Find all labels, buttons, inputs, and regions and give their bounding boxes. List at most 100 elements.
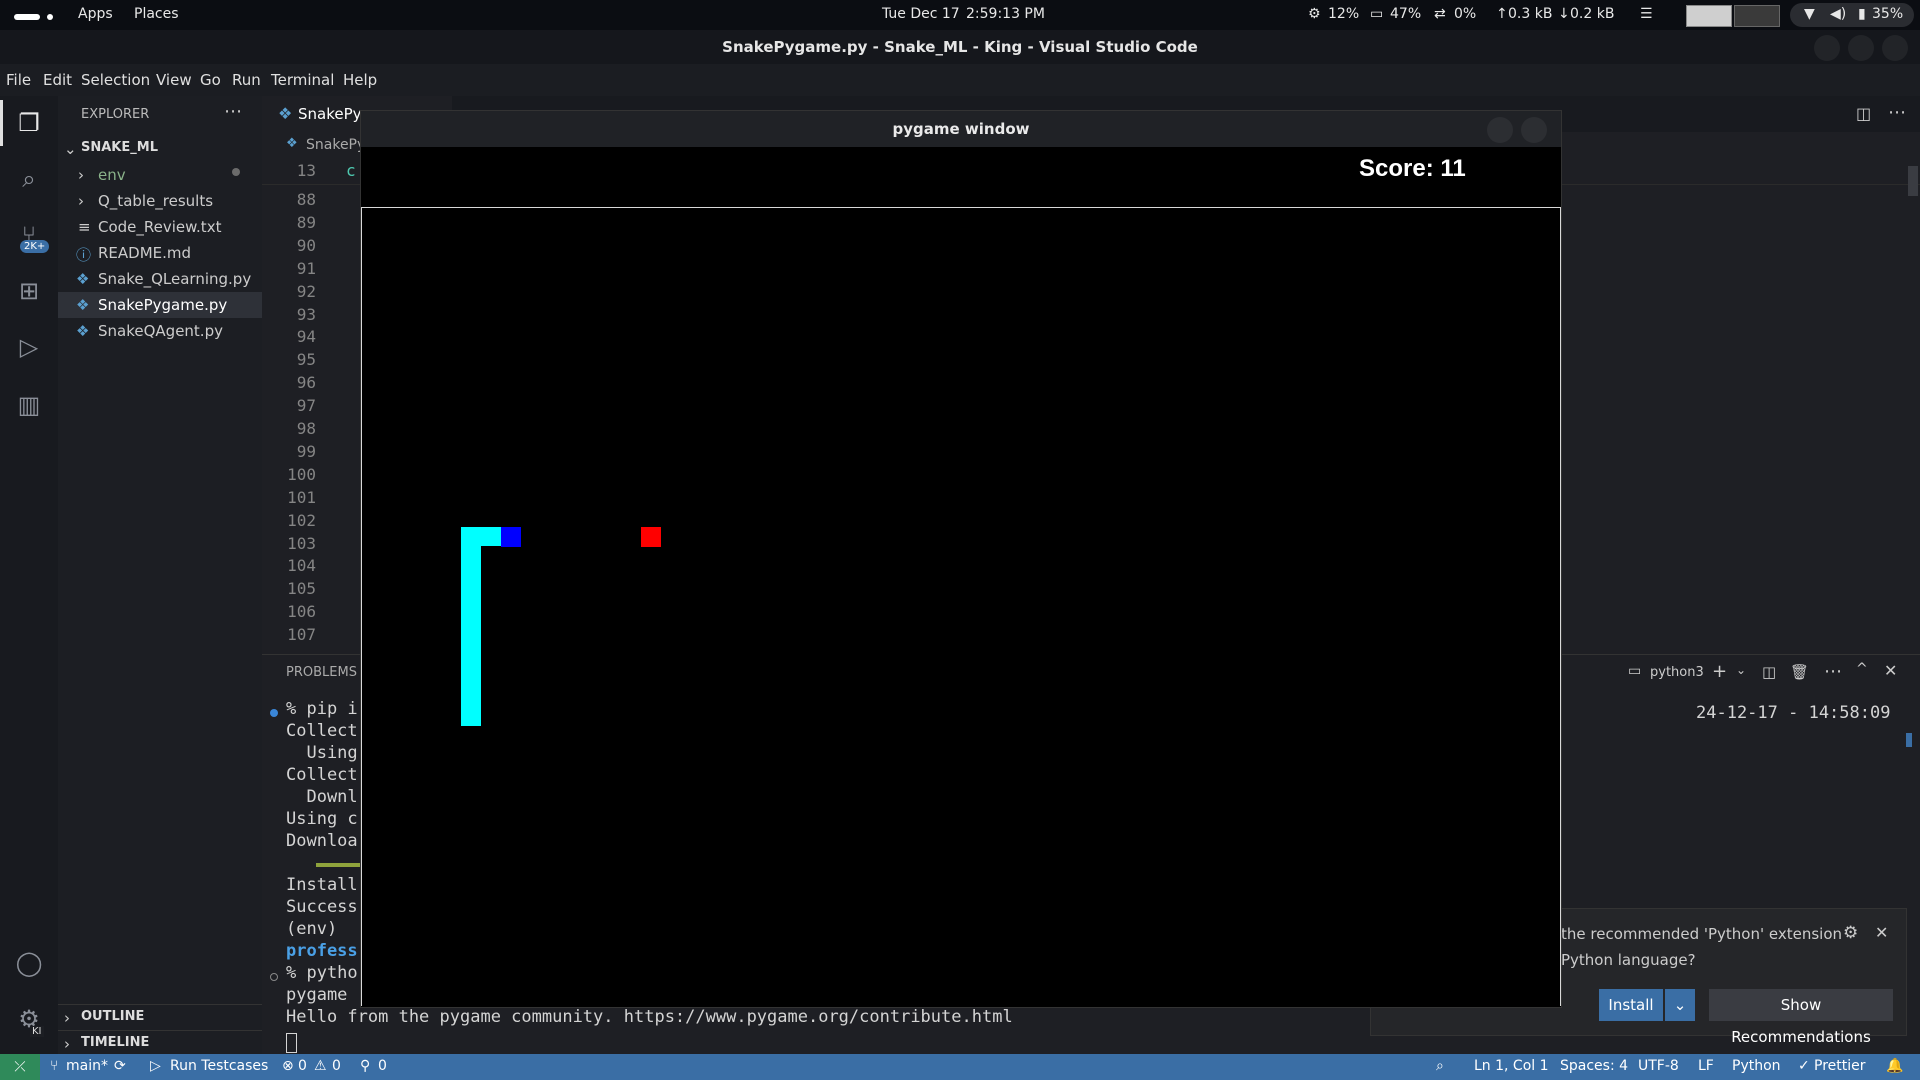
explorer-icon[interactable]: ❐ [14,108,44,138]
run-testcases-button[interactable]: Run Testcases [170,1058,268,1074]
settings-badge: KI [30,1026,44,1037]
split-terminal-icon[interactable]: ◫ [1762,663,1776,681]
explorer-more-icon[interactable]: ⋯ [224,101,242,122]
trash-icon[interactable]: 🗑 [1790,663,1809,681]
error-count[interactable]: 0 [298,1058,307,1074]
editor-tab-label: SnakePy [298,105,362,123]
pygame-canvas: Score: 11 [361,147,1561,1007]
tree-item-env[interactable]: › env [58,162,262,188]
swap-usage: 0% [1454,6,1477,22]
timeline-section[interactable]: › TIMELINE [58,1030,262,1057]
line-number: 92 [296,281,316,301]
search-icon[interactable]: ⌕ [14,164,44,194]
menu-terminal[interactable]: Terminal [271,71,334,89]
menu-view[interactable]: View [156,71,192,89]
tray-menu-icon[interactable]: ☰ [1640,6,1653,22]
run-debug-icon[interactable]: ▷ [14,332,44,362]
sync-icon[interactable]: ⟳ [114,1058,126,1074]
account-icon[interactable]: ◯ [14,948,44,978]
swap-icon: ⇄ [1434,6,1446,22]
tree-item-code-review[interactable]: ≡ Code_Review.txt [58,214,262,240]
indentation[interactable]: Spaces: 4 [1560,1058,1628,1074]
testing-chart-icon[interactable]: ▥ [14,390,44,420]
notifications-bell-icon[interactable]: 🔔 [1886,1058,1903,1074]
outline-section[interactable]: › OUTLINE [58,1004,262,1031]
line-number: 101 [287,487,316,507]
notification-close-icon[interactable]: ✕ [1875,923,1888,942]
menu-selection[interactable]: Selection [81,71,150,89]
apps-menu[interactable]: Apps [78,6,113,22]
pygame-titlebar[interactable]: pygame window [361,111,1561,147]
pygame-window[interactable]: pygame window Score: 11 [360,110,1562,1008]
panel-more-icon[interactable]: ⋯ [1824,661,1842,682]
tree-root[interactable]: ⌄ SNAKE_ML [58,136,262,162]
editor-more-icon[interactable]: ⋯ [1888,102,1906,123]
close-panel-icon[interactable]: ✕ [1884,661,1897,680]
tree-item-label: SnakeQAgent.py [98,322,223,340]
line-number: 107 [287,625,316,645]
tab-problems[interactable]: PROBLEMS [286,665,357,680]
remote-indicator[interactable]: ⤫ [0,1054,40,1080]
activities-button[interactable] [14,8,54,24]
encoding[interactable]: UTF-8 [1638,1058,1679,1074]
install-dropdown-button[interactable]: ⌄ [1665,989,1695,1021]
editor-scrollbar[interactable] [1908,166,1918,196]
cursor-position[interactable]: Ln 1, Col 1 [1474,1058,1549,1074]
close-window-button[interactable] [1882,35,1908,61]
menu-edit[interactable]: Edit [43,71,72,89]
explorer-header: EXPLORER [81,107,150,122]
places-menu[interactable]: Places [134,6,179,22]
chevron-down-icon[interactable]: ⌄ [1736,663,1746,677]
extensions-icon[interactable]: ⊞ [14,276,44,306]
new-terminal-icon[interactable]: + [1712,661,1727,682]
tree-item-q-table-results[interactable]: › Q_table_results [58,188,262,214]
language-mode[interactable]: Python [1732,1058,1781,1074]
menu-run[interactable]: Run [232,71,261,89]
split-editor-icon[interactable]: ◫ [1856,104,1871,123]
pygame-minimize-button[interactable] [1487,117,1513,143]
line-number: 104 [287,556,316,576]
menu-file[interactable]: File [6,71,31,89]
chevron-right-icon: › [78,166,84,184]
line-number: 103 [287,533,316,553]
cpu-usage: 12% [1328,6,1360,22]
minimize-button[interactable] [1814,35,1840,61]
tree-item-snakeqagent[interactable]: ❖ SnakeQAgent.py [58,318,262,344]
line-number: 88 [296,190,316,209]
net-down: 0.2 kB [1570,6,1615,22]
clock-date[interactable]: Tue Dec 17 [882,6,960,22]
warning-count[interactable]: 0 [332,1058,341,1074]
terminal-scrollbar[interactable] [1906,733,1912,747]
clock-time[interactable]: 2:59:13 PM [966,6,1045,22]
pygame-close-button[interactable] [1521,117,1547,143]
ports-icon: ⚲ [360,1058,371,1074]
line-number: 93 [296,304,316,324]
sticky-line-number: 13 [296,161,316,180]
python-file-icon: ❖ [286,136,298,151]
line-ending[interactable]: LF [1698,1058,1714,1074]
tree-item-snake-qlearning[interactable]: ❖ Snake_QLearning.py [58,266,262,292]
notification-gear-icon[interactable]: ⚙ [1843,923,1858,943]
workspace-1[interactable] [1686,5,1732,27]
breadcrumb-file[interactable]: SnakePy [306,137,365,153]
menu-help[interactable]: Help [343,71,377,89]
terminal-line: Downloa [286,831,358,851]
tree-item-readme[interactable]: ⓘ README.md [58,240,262,266]
window-title: SnakePygame.py - Snake_ML - King - Visua… [722,38,1198,56]
maximize-button[interactable] [1848,35,1874,61]
terminal-line: Collect [286,721,358,741]
zoom-icon[interactable]: ⌕ [1436,1058,1444,1074]
tree-item-snakepygame[interactable]: ❖ SnakePygame.py [58,292,262,318]
workspace-2[interactable] [1734,5,1780,27]
ports-count[interactable]: 0 [378,1058,387,1074]
git-branch[interactable]: main* [66,1058,108,1074]
outline-label: OUTLINE [81,1009,145,1024]
maximize-panel-icon[interactable]: ^ [1856,661,1868,677]
install-button[interactable]: Install [1599,989,1663,1021]
menu-go[interactable]: Go [200,71,221,89]
active-indicator [0,100,3,146]
prettier-status[interactable]: Prettier [1814,1058,1866,1074]
show-recommendations-button[interactable]: Show Recommendations [1709,989,1893,1046]
terminal-shell-label[interactable]: python3 [1650,665,1704,680]
terminal-line: Using [286,743,358,763]
